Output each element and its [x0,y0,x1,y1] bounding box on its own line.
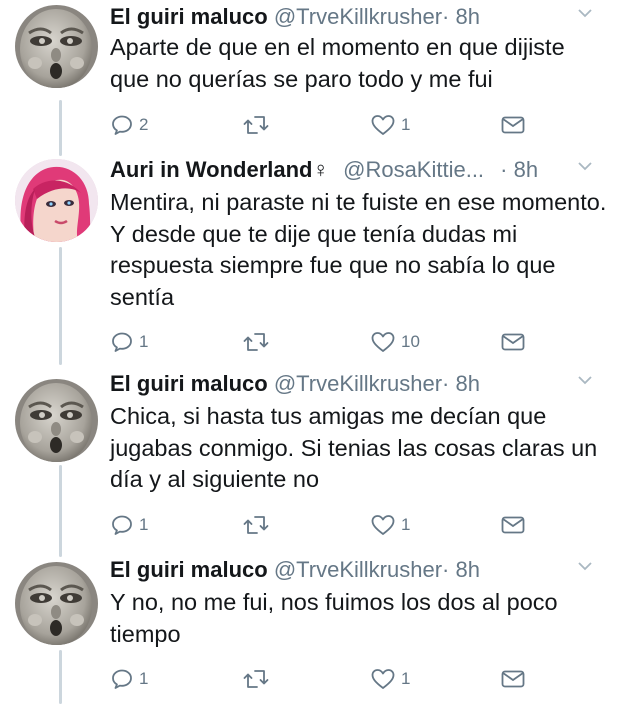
username[interactable]: @TrveKillkrusher [274,557,442,582]
tweet: El guiri maluco @TrveKillkrusher· 8h Chi… [0,364,622,550]
avatar[interactable] [15,379,98,462]
tweet-actions: 1 1 [110,511,530,539]
message-button[interactable] [500,665,526,693]
retweet-icon [243,516,269,534]
timestamp[interactable]: · 8h [442,371,480,396]
display-name[interactable]: Auri in Wonderland♀ [110,157,329,182]
tweet-text: Chica, si hasta tus amigas me decían que… [110,403,598,492]
reply-button[interactable]: 1 [110,328,148,356]
like-icon [371,669,395,689]
reply-icon [112,332,132,352]
display-name[interactable]: El guiri maluco [110,4,268,29]
tweet-actions: 2 1 [110,111,530,139]
tweet-text: Mentira, ni paraste ni te fuiste en ese … [110,189,607,310]
like-icon [371,115,395,135]
display-name[interactable]: El guiri maluco [110,371,268,396]
username[interactable]: @RosaKittie... [343,157,484,182]
tweet: El guiri maluco @TrveKillkrusher· 8h Apa… [0,0,622,150]
reply-button[interactable]: 2 [110,111,148,139]
reply-count: 1 [139,669,149,688]
tweet-header: El guiri maluco @TrveKillkrusher· 8h [110,2,608,32]
message-icon [501,516,525,534]
like-count: 10 [401,332,420,351]
retweet-icon [243,116,269,134]
tweet: Auri in Wonderland♀ @RosaKittie... · 8h … [0,150,622,364]
tweet-actions: 1 1 [110,665,530,693]
message-icon [501,333,525,351]
retweet-button[interactable] [242,665,275,693]
reply-count: 1 [139,515,149,534]
timestamp[interactable]: · 8h [442,557,480,582]
username[interactable]: @TrveKillkrusher [274,4,442,29]
reply-icon [112,515,132,535]
message-button[interactable] [500,111,526,139]
retweet-button[interactable] [242,511,275,539]
chevron-down-icon[interactable] [576,4,594,22]
tweet-actions: 1 10 [110,328,530,356]
message-button[interactable] [500,511,526,539]
tweet: El guiri maluco @TrveKillkrusher· 8h Y n… [0,550,622,704]
chevron-down-icon[interactable] [576,557,594,575]
reply-count: 2 [139,115,149,134]
like-count: 1 [401,669,411,688]
avatar[interactable] [15,159,98,242]
message-icon [501,670,525,688]
reply-count: 1 [139,332,149,351]
like-count: 1 [401,515,411,534]
tweet-header: El guiri maluco @TrveKillkrusher· 8h [110,555,608,585]
message-icon [501,116,525,134]
like-count: 1 [401,115,411,134]
reply-icon [112,115,132,135]
tweet-text: Aparte de que en el momento en que dijis… [110,34,565,92]
tweet-header: El guiri maluco @TrveKillkrusher· 8h [110,369,608,399]
like-icon [371,332,395,352]
retweet-button[interactable] [242,328,275,356]
reply-icon [112,669,132,689]
like-icon [371,515,395,535]
timestamp[interactable]: · 8h [500,157,538,182]
retweet-icon [243,670,269,688]
timestamp[interactable]: · 8h [442,4,480,29]
like-button[interactable]: 10 [370,328,420,356]
retweet-icon [243,333,269,351]
tweet-text: Y no, no me fui, nos fuimos los dos al p… [110,589,558,647]
reply-button[interactable]: 1 [110,665,148,693]
reply-button[interactable]: 1 [110,511,148,539]
like-button[interactable]: 1 [370,111,410,139]
like-button[interactable]: 1 [370,511,410,539]
message-button[interactable] [500,328,526,356]
display-name[interactable]: El guiri maluco [110,557,268,582]
avatar[interactable] [15,562,98,645]
like-button[interactable]: 1 [370,665,410,693]
retweet-button[interactable] [242,111,275,139]
username[interactable]: @TrveKillkrusher [274,371,442,396]
chevron-down-icon[interactable] [576,157,594,175]
chevron-down-icon[interactable] [576,371,594,389]
tweet-header: Auri in Wonderland♀ @RosaKittie... · 8h [110,155,608,185]
avatar[interactable] [15,5,98,88]
